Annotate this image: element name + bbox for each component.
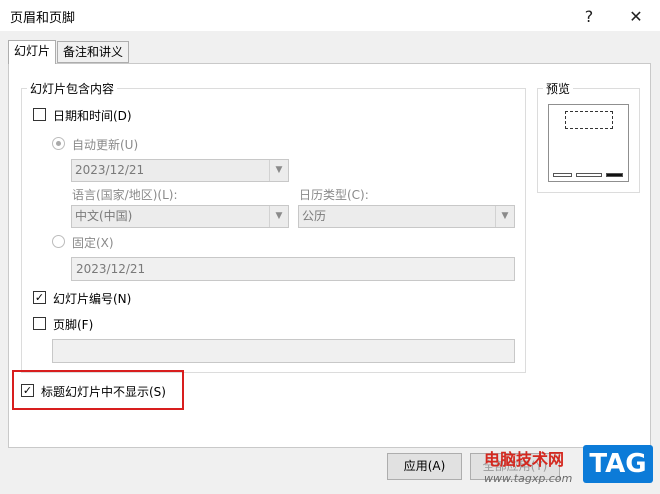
auto-update-date-dropdown[interactable]: 2023/12/21 ▼	[71, 159, 289, 182]
auto-update-label: 自动更新(U)	[72, 138, 139, 152]
highlight-box	[12, 370, 184, 410]
chevron-down-icon: ▼	[269, 206, 288, 227]
language-dropdown[interactable]: 中文(中国) ▼	[71, 205, 289, 228]
language-label: 语言(国家/地区)(L):	[72, 188, 178, 202]
checkmark-icon: ✓	[34, 291, 45, 304]
fixed-radio[interactable]	[52, 235, 65, 248]
content-group	[21, 88, 526, 373]
close-button[interactable]: ✕	[615, 2, 657, 30]
tab-slide[interactable]: 幻灯片	[8, 40, 57, 64]
auto-update-date-value: 2023/12/21	[75, 163, 145, 177]
preview-footer-placeholder	[576, 173, 602, 177]
watermark-text: 电脑技术网	[484, 450, 565, 469]
content-group-legend: 幻灯片包含内容	[27, 80, 118, 97]
preview-title-placeholder	[565, 111, 613, 129]
preview-legend: 预览	[543, 80, 574, 97]
calendar-type-value: 公历	[302, 209, 327, 223]
date-time-checkbox[interactable]	[33, 108, 46, 121]
watermark-url: www.tagxp.com	[484, 472, 573, 485]
chevron-down-icon: ▼	[269, 160, 288, 181]
footer-text-field[interactable]	[52, 339, 515, 363]
calendar-type-label: 日历类型(C):	[299, 188, 369, 202]
apply-button[interactable]: 应用(A)	[387, 453, 462, 480]
auto-update-radio[interactable]	[52, 137, 65, 150]
preview-slide-number-placeholder	[606, 173, 623, 177]
tab-notes-handouts[interactable]: 备注和讲义	[57, 41, 130, 63]
slide-number-label: 幻灯片编号(N)	[53, 292, 132, 306]
date-time-label: 日期和时间(D)	[53, 109, 132, 123]
footer-checkbox[interactable]	[33, 317, 46, 330]
help-button[interactable]: ?	[568, 2, 610, 30]
preview-date-placeholder	[553, 173, 572, 177]
dialog-title: 页眉和页脚	[10, 11, 76, 26]
watermark-logo: TAG	[583, 445, 653, 483]
title-bar	[0, 0, 660, 31]
fixed-label: 固定(X)	[72, 236, 114, 250]
slide-number-checkbox[interactable]: ✓	[33, 291, 46, 304]
chevron-down-icon: ▼	[495, 206, 514, 227]
calendar-type-dropdown[interactable]: 公历 ▼	[298, 205, 515, 228]
language-value: 中文(中国)	[75, 209, 133, 223]
fixed-date-field[interactable]: 2023/12/21	[71, 257, 515, 281]
footer-label: 页脚(F)	[53, 318, 94, 332]
